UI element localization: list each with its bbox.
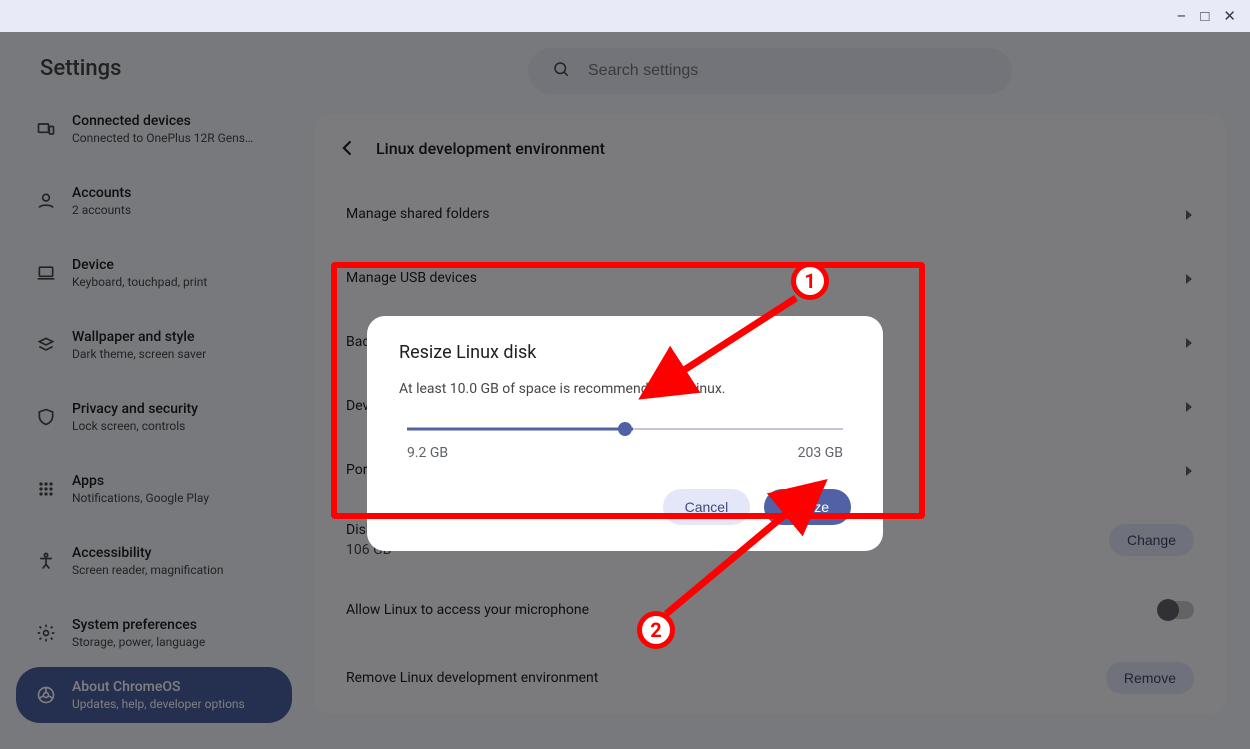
window-close-icon[interactable]: ✕: [1223, 7, 1236, 25]
cancel-button[interactable]: Cancel: [663, 489, 751, 525]
dialog-title: Resize Linux disk: [399, 342, 851, 363]
slider-min-label: 9.2 GB: [407, 445, 448, 461]
slider-fill: [407, 428, 633, 431]
resize-linux-disk-dialog: Resize Linux disk At least 10.0 GB of sp…: [367, 316, 883, 551]
window-maximize-icon[interactable]: □: [1200, 7, 1209, 25]
window-titlebar: – □ ✕: [0, 0, 1250, 32]
modal-overlay: Resize Linux disk At least 10.0 GB of sp…: [0, 32, 1250, 749]
window-minimize-icon[interactable]: –: [1177, 7, 1187, 25]
slider-thumb[interactable]: [618, 422, 632, 436]
disk-size-slider[interactable]: [399, 421, 851, 437]
resize-button[interactable]: Resize: [764, 489, 851, 525]
dialog-description: At least 10.0 GB of space is recommended…: [399, 381, 851, 397]
slider-max-label: 203 GB: [798, 445, 843, 461]
